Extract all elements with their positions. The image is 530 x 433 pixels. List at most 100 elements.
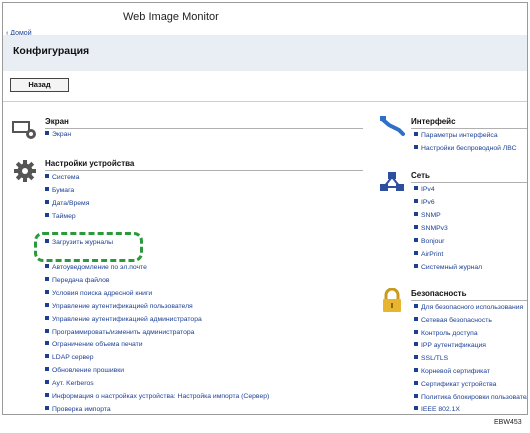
- menu-item-device[interactable]: Система: [45, 174, 79, 181]
- menu-item-label: Политика блокировки пользователей: [421, 393, 528, 401]
- bullet-icon: [45, 380, 49, 385]
- bullet-icon: [45, 187, 49, 191]
- app-title: Web Image Monitor: [123, 11, 219, 23]
- menu-item-label: SNMPv3: [421, 225, 448, 232]
- bullet-icon: [45, 131, 49, 135]
- menu-item-network[interactable]: IPv4: [414, 186, 435, 193]
- menu-item-device[interactable]: Бумага: [45, 187, 74, 194]
- section-line: [45, 128, 363, 129]
- bullet-icon: [414, 251, 418, 255]
- menu-item-device[interactable]: Ограничение объема печати: [45, 341, 143, 348]
- section-line: [45, 170, 363, 171]
- menu-item-device[interactable]: Автоуведомление по эл.почте: [45, 264, 147, 271]
- menu-item-label: Условия поиска адресной книги: [52, 289, 153, 297]
- bullet-icon: [45, 264, 49, 268]
- menu-item-label: Сертификат устройства: [421, 380, 497, 388]
- menu-item-security[interactable]: Контроль доступа: [414, 329, 478, 337]
- gear-icon: [14, 160, 36, 182]
- menu-item-label: IPP аутентификация: [421, 342, 486, 350]
- menu-item-network[interactable]: SNMPv3: [414, 225, 448, 232]
- bullet-icon: [414, 144, 418, 149]
- section-line: [411, 128, 527, 129]
- menu-item-security[interactable]: Сетевая безопасность: [414, 316, 492, 324]
- menu-item-device[interactable]: LDAP сервер: [45, 354, 94, 361]
- highlight-box: [34, 232, 143, 262]
- menu-item-label: IPv6: [421, 199, 435, 206]
- menu-item-label: Система: [52, 174, 80, 181]
- menu-item-label: Обновление прошивки: [52, 367, 125, 375]
- bullet-icon: [414, 316, 418, 321]
- bullet-icon: [414, 368, 418, 372]
- cable-icon: [380, 116, 405, 136]
- menu-item-security[interactable]: Политика блокировки пользователей: [414, 393, 528, 401]
- back-button[interactable]: Назад: [10, 78, 69, 92]
- padlock-icon: [383, 288, 401, 312]
- menu-item-label: Bonjour: [421, 238, 445, 245]
- bullet-icon: [45, 174, 49, 178]
- menu-item-network[interactable]: AirPrint: [414, 251, 443, 258]
- divider: [3, 101, 527, 102]
- bullet-icon: [414, 238, 418, 242]
- menu-item-label: Управление аутентификацией администратор…: [52, 315, 202, 323]
- menu-item-interface[interactable]: Параметры интерфейса: [414, 132, 498, 139]
- menu-item-device[interactable]: Управление аутентификацией пользователя: [45, 302, 193, 310]
- page-title: Конфигурация: [13, 45, 90, 57]
- menu-item-device[interactable]: Обновление прошивки: [45, 367, 124, 374]
- menu-item-device[interactable]: Aут. Kerberos: [45, 380, 94, 387]
- section-title-interface: Интерфейс: [411, 117, 456, 126]
- section-title-screen: Экран: [45, 117, 69, 126]
- browser-frame: Web Image Monitor ‹ Домой Конфигурация Н…: [2, 2, 528, 415]
- menu-item-label: LDAP сервер: [52, 354, 94, 362]
- menu-item-label: Программировать/изменить администратора: [52, 328, 195, 336]
- bullet-icon: [414, 393, 418, 398]
- monitor-gear-icon: [12, 121, 36, 139]
- menu-item-security[interactable]: SSL/TLS: [414, 355, 448, 362]
- bullet-icon: [414, 342, 418, 347]
- menu-item-network[interactable]: Bonjour: [414, 238, 444, 245]
- menu-item-device[interactable]: Таймер: [45, 213, 76, 220]
- menu-item-security[interactable]: IPP аутентификация: [414, 342, 486, 349]
- bullet-icon: [45, 367, 49, 372]
- menu-item-network[interactable]: IPv6: [414, 199, 435, 206]
- bullet-icon: [414, 355, 418, 360]
- menu-item-label: Сетевая безопасность: [421, 316, 492, 324]
- bullet-icon: [45, 289, 49, 294]
- bullet-icon: [45, 213, 49, 217]
- menu-item-security[interactable]: IEEE 802.1X: [414, 406, 460, 413]
- menu-item-security[interactable]: Корневой сертификат: [414, 368, 490, 375]
- menu-item-label: Передача файлов: [52, 276, 110, 284]
- section-line: [411, 182, 527, 183]
- bullet-icon: [414, 264, 418, 268]
- section-title-network: Сеть: [411, 171, 430, 180]
- menu-item-device[interactable]: Дата/Время: [45, 200, 89, 207]
- menu-item-network[interactable]: SNMP: [414, 212, 441, 219]
- section-title-security: Безопасность: [411, 289, 467, 298]
- menu-item-label: Экран: [52, 131, 72, 138]
- menu-item-label: Проверка импорта: [52, 405, 111, 413]
- menu-item-network[interactable]: Системный журнал: [414, 264, 482, 271]
- bullet-icon: [414, 225, 418, 229]
- section-title-device-settings: Настройки устройства: [45, 159, 135, 168]
- menu-item-interface[interactable]: Настройки беспроводной ЛВС: [414, 144, 517, 152]
- menu-item-label: Параметры интерфейса: [421, 132, 498, 139]
- menu-item-label: Автоуведомление по эл.почте: [52, 264, 147, 271]
- bullet-icon: [414, 406, 418, 411]
- menu-item-label: Системный журнал: [421, 264, 483, 271]
- menu-item-label: AirPrint: [421, 251, 444, 258]
- menu-item-label: Таймер: [52, 213, 76, 220]
- menu-item-device[interactable]: Информация о настройках устройства: Наст…: [45, 393, 269, 400]
- menu-item-screen[interactable]: Экран: [45, 131, 71, 138]
- bullet-icon: [45, 328, 49, 333]
- menu-item-device[interactable]: Проверка импорта: [45, 405, 111, 413]
- bullet-icon: [45, 200, 49, 204]
- menu-item-security[interactable]: Для безопасного использования: [414, 304, 523, 311]
- menu-item-label: Настройки беспроводной ЛВС: [421, 144, 517, 152]
- menu-item-label: Бумага: [52, 187, 75, 194]
- bullet-icon: [414, 199, 418, 203]
- menu-item-device[interactable]: Программировать/изменить администратора: [45, 328, 195, 336]
- menu-item-security[interactable]: Сертификат устройства: [414, 380, 497, 388]
- menu-item-device[interactable]: Условия поиска адресной книги: [45, 289, 153, 297]
- menu-item-device[interactable]: Управление аутентификацией администратор…: [45, 315, 202, 323]
- menu-item-label: IEEE 802.1X: [421, 406, 460, 414]
- menu-item-device[interactable]: Передача файлов: [45, 276, 110, 284]
